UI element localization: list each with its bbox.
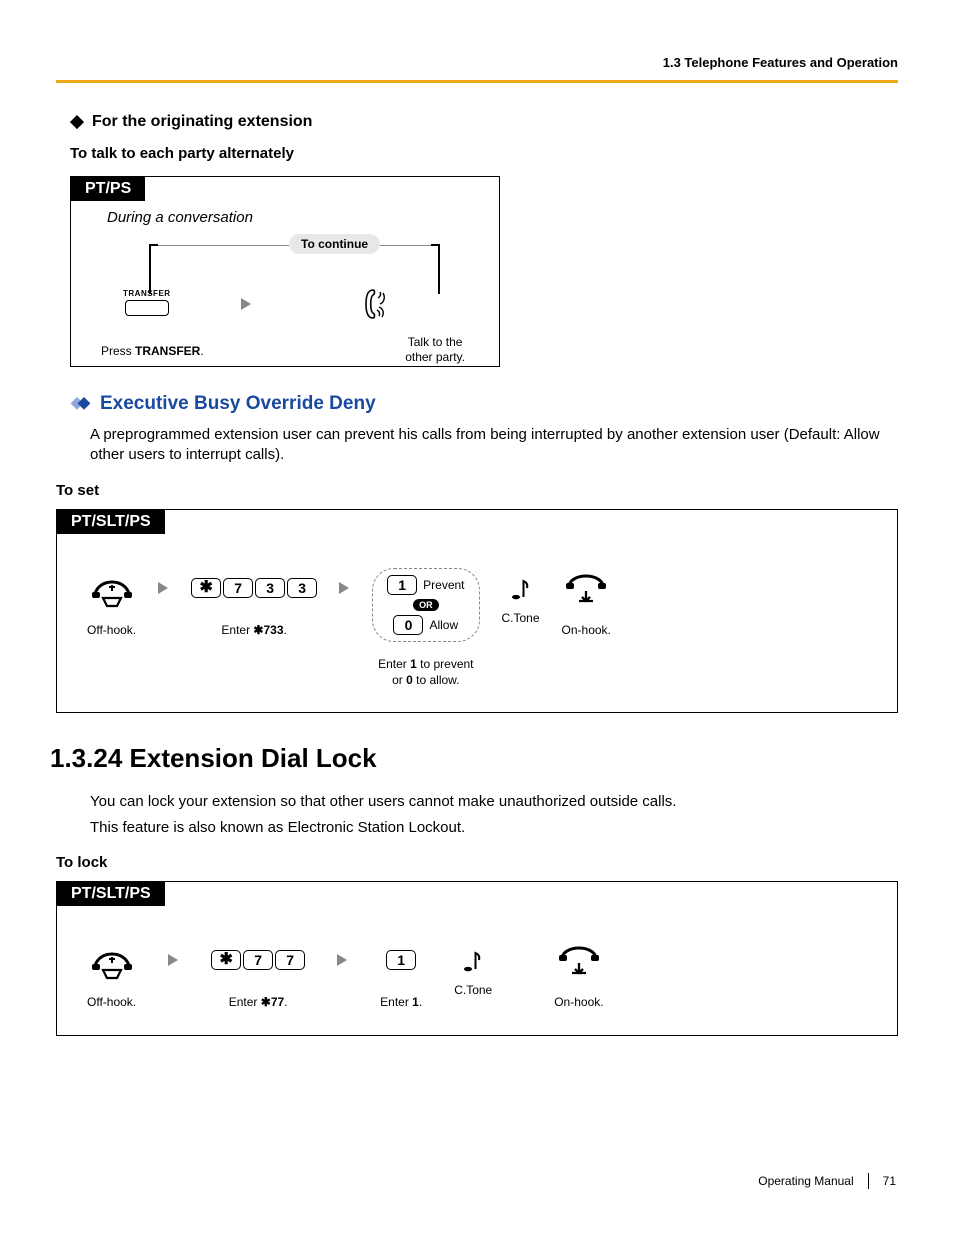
triangle-icon xyxy=(337,940,348,967)
handset-talk-icon xyxy=(362,286,392,322)
continue-bubble: To continue xyxy=(289,234,380,254)
step-enter-1: 1 Enter 1. xyxy=(380,940,422,1010)
dial-lock-desc-1: You can lock your extension so that othe… xyxy=(56,792,898,812)
onhook-icon xyxy=(562,568,611,608)
step-prevent-allow: 1Prevent OR 0Allow Enter 1 to prevent or… xyxy=(372,568,479,688)
note-icon xyxy=(502,568,540,608)
step-onhook: On-hook. xyxy=(554,940,603,1010)
step-onhook: On-hook. xyxy=(562,568,611,638)
to-lock-label: To lock xyxy=(56,854,898,871)
step-offhook: Off-hook. xyxy=(87,940,136,1010)
box-tag: PT/SLT/PS xyxy=(57,510,165,534)
page-number: 71 xyxy=(883,1174,896,1188)
step-enter-77: ✱ 7 7 Enter ✱77. xyxy=(211,940,305,1010)
step-ctone: C.Tone xyxy=(502,568,540,626)
section-title-exec-busy: Executive Busy Override Deny xyxy=(56,393,898,415)
transfer-button-graphic: TRANSFER xyxy=(123,289,171,319)
during-conversation-note: During a conversation xyxy=(71,201,499,226)
page-header: 1.3 Telephone Features and Operation xyxy=(56,55,898,83)
press-transfer-caption: Press TRANSFER. xyxy=(101,344,204,358)
double-diamond-icon xyxy=(70,397,92,411)
procedure-box-toset: PT/SLT/PS Off-hook. ✱ 7 3 3 Enter ✱733. xyxy=(56,509,898,713)
procedure-box-ptps: PT/PS During a conversation To continue … xyxy=(70,176,500,367)
section-title-originating: For the originating extension xyxy=(56,113,898,131)
triangle-icon xyxy=(241,298,252,311)
manual-name: Operating Manual xyxy=(758,1174,853,1188)
triangle-icon xyxy=(168,940,179,967)
loop-arrow: To continue xyxy=(149,234,439,258)
step-offhook: Off-hook. xyxy=(87,568,136,638)
breadcrumb: 1.3 Telephone Features and Operation xyxy=(663,55,898,70)
to-set-label: To set xyxy=(56,482,898,499)
offhook-icon xyxy=(87,568,136,608)
exec-busy-description: A preprogrammed extension user can preve… xyxy=(56,425,898,466)
dial-lock-desc-2: This feature is also known as Electronic… xyxy=(56,818,898,838)
triangle-icon xyxy=(158,568,169,595)
or-pill: OR xyxy=(413,599,439,611)
page-footer: Operating Manual 71 xyxy=(758,1173,896,1189)
talk-other-party-caption: Talk to theother party. xyxy=(405,335,465,366)
section-title-ext-dial-lock: 1.3.24 Extension Dial Lock xyxy=(50,743,898,774)
procedure-box-tolock: PT/SLT/PS Off-hook. ✱ 7 7 Enter ✱77. 1 xyxy=(56,881,898,1035)
diamond-icon xyxy=(70,115,84,129)
box-tag: PT/SLT/PS xyxy=(57,882,165,906)
step-ctone: C.Tone xyxy=(454,940,492,998)
triangle-icon xyxy=(339,568,350,595)
star-key-icon: ✱ xyxy=(211,950,241,970)
note-icon xyxy=(454,940,492,980)
offhook-icon xyxy=(87,940,136,980)
subtitle-talk-alternately: To talk to each party alternately xyxy=(56,145,898,162)
onhook-icon xyxy=(554,940,603,980)
box-tag: PT/PS xyxy=(71,177,145,201)
step-enter-733: ✱ 7 3 3 Enter ✱733. xyxy=(191,568,317,638)
star-key-icon: ✱ xyxy=(191,578,221,598)
